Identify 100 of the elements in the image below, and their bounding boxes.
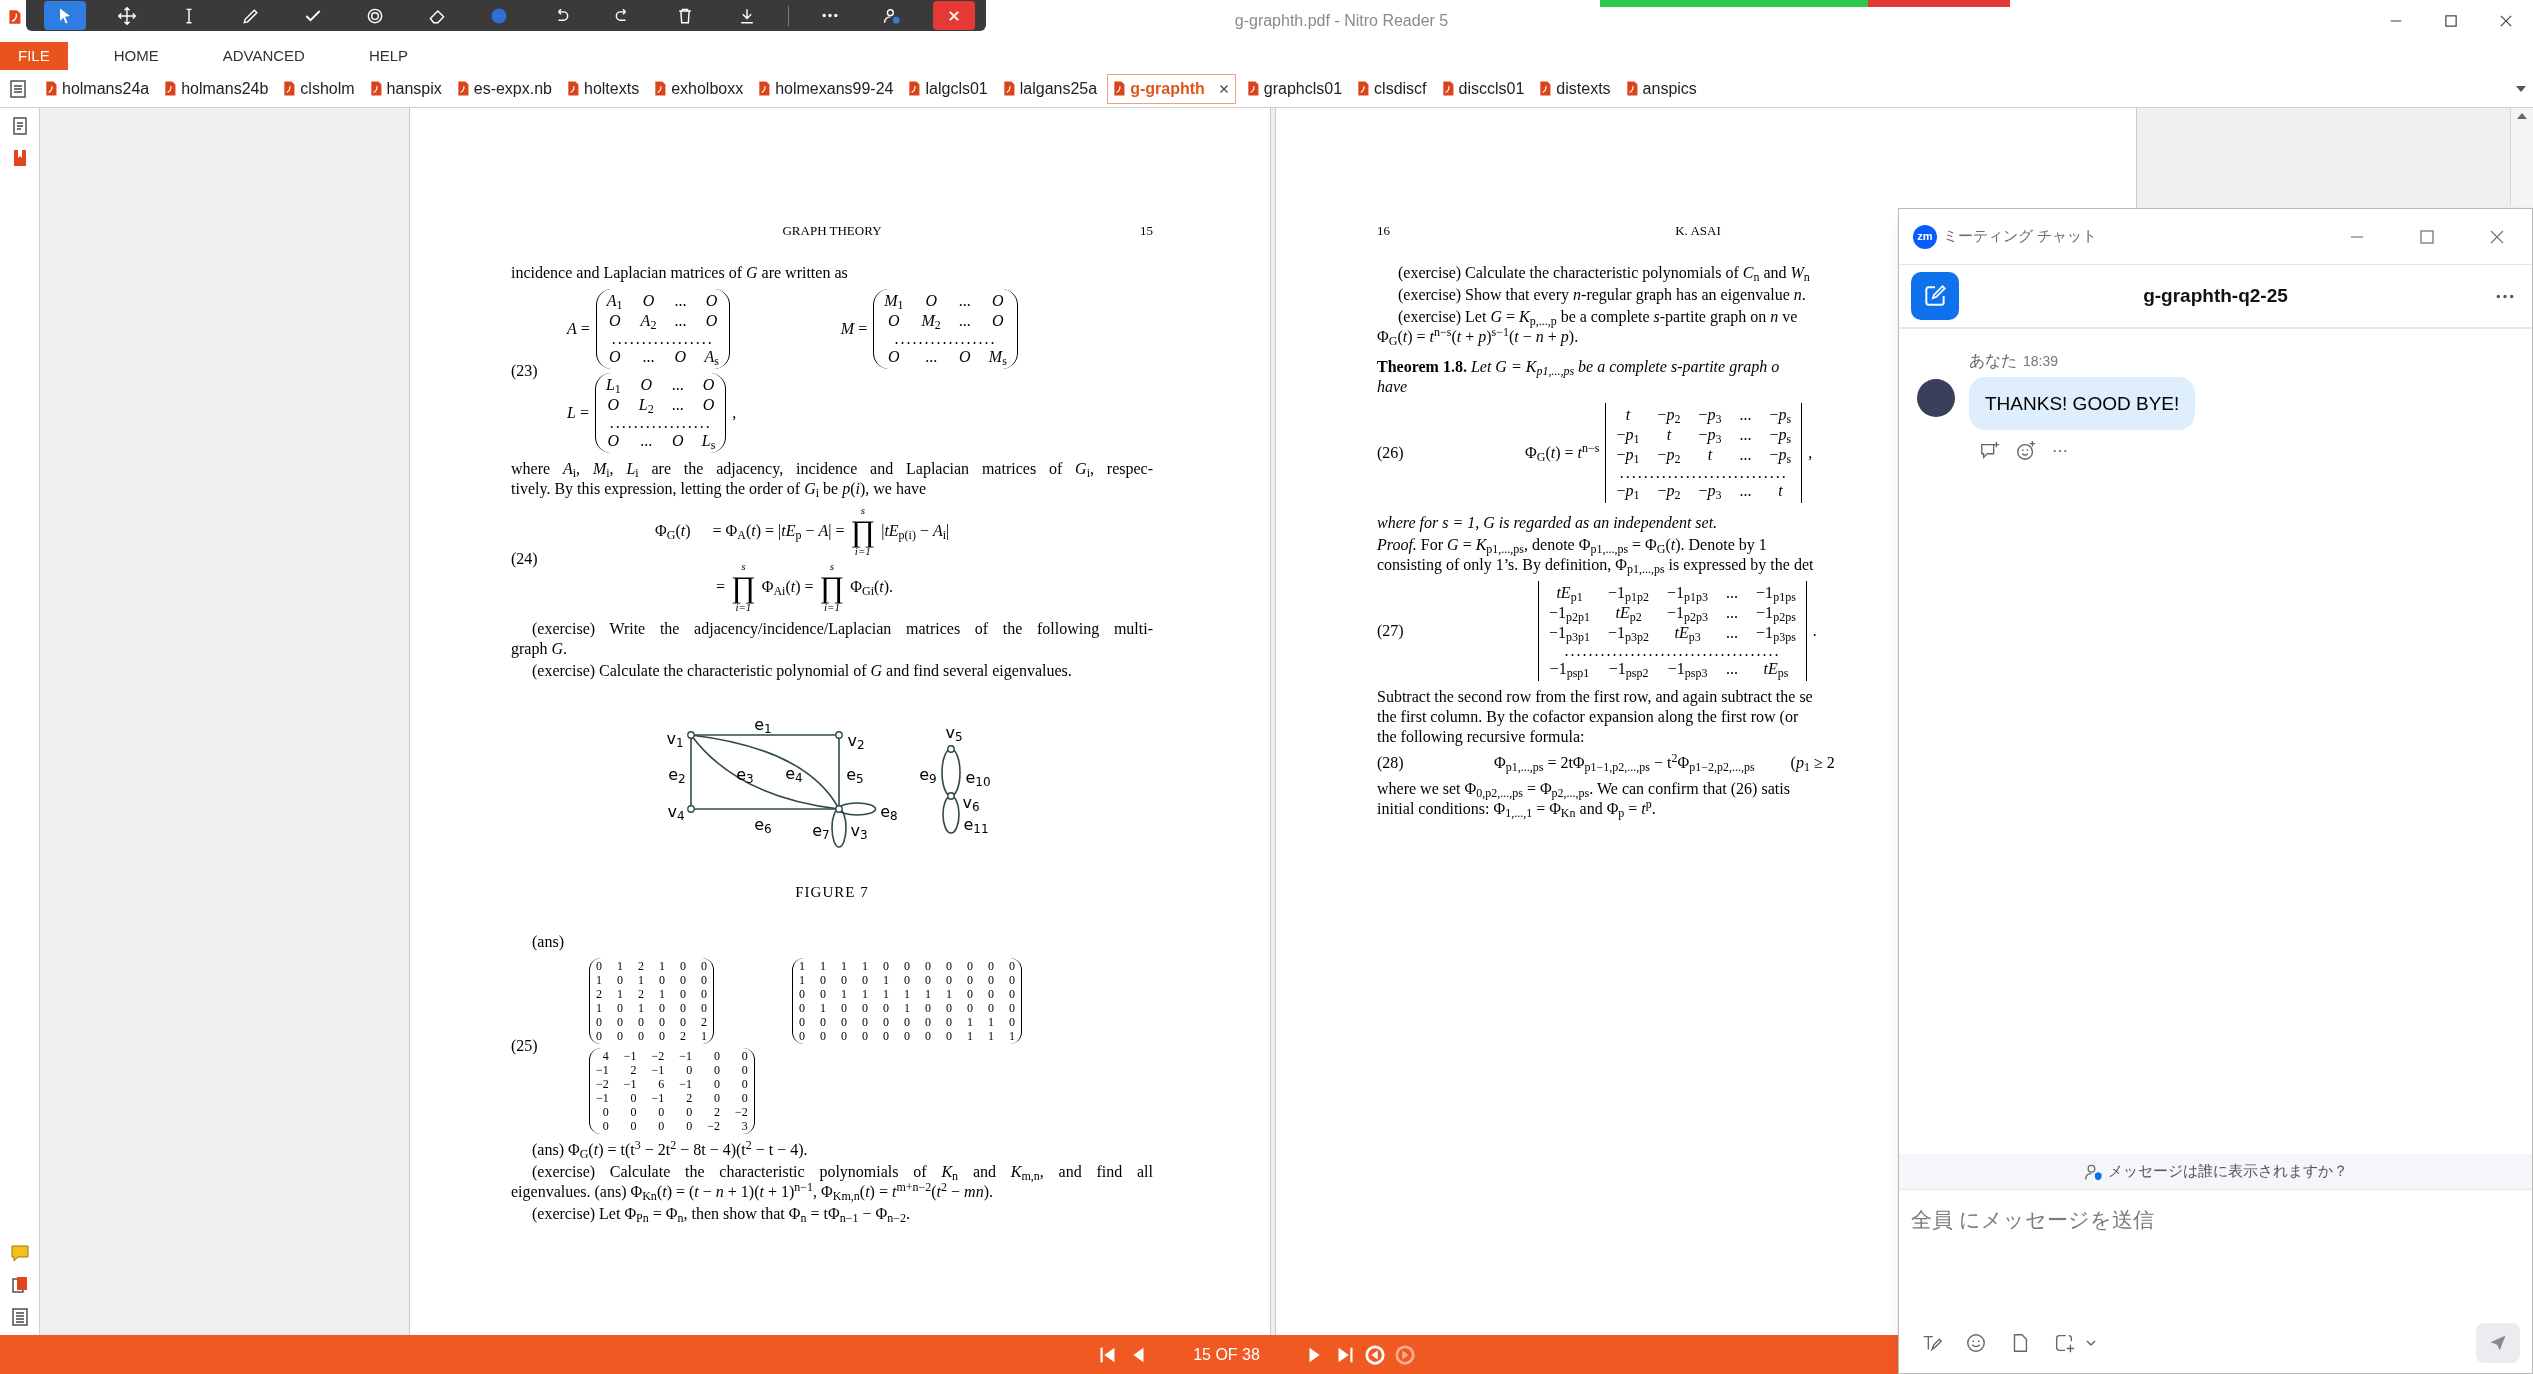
- document-tab[interactable]: holmans24b: [159, 73, 273, 104]
- matrix-entry: 1: [862, 959, 868, 973]
- list-icon[interactable]: [9, 1307, 30, 1327]
- paragraph: (exercise) Calculate the characteristic polynomials of K$_{n}$ and K$_{m,n}$, and find all eigenvalues. (ans) Φ$_{Kn}$(t) = (t − n + 1)(t + 1)$^{n−1}$, Φ$_{Km,n}$(t) = t$^{m+n−2}$(t$^{2}$ − mn).: [511, 1162, 1153, 1202]
- attachment-icon[interactable]: [9, 1275, 30, 1295]
- matrix-entry: ...: [671, 375, 684, 395]
- emoji-add-icon[interactable]: [2015, 440, 2037, 462]
- edit-icon: [1922, 283, 1948, 309]
- matrix-entry: 0: [967, 959, 973, 973]
- matrix-entry: 0: [820, 1029, 826, 1043]
- pdf-file-icon: [566, 80, 580, 97]
- pdf-file-icon: [1245, 80, 1260, 97]
- matrix-entry: 0: [925, 1001, 931, 1015]
- caret-icon[interactable]: [2085, 1339, 2097, 1347]
- matrix-entry: −1$_{p2p1}$: [1549, 604, 1591, 623]
- matrix-entry: ...: [1739, 425, 1752, 445]
- matrix-entry: ...: [1726, 603, 1739, 623]
- matrix-entry: −p$_{1}$: [1616, 445, 1640, 465]
- matrix-entry: 0: [883, 959, 889, 973]
- more-icon: [2495, 292, 2515, 300]
- document-tab[interactable]: hanspix: [364, 73, 446, 104]
- matrix-entry: tE$_{p3}$: [1673, 624, 1702, 643]
- matrix-entry: −1$_{p2p3}$: [1667, 604, 1709, 623]
- menu-item[interactable]: FILE: [0, 42, 68, 70]
- matrix-entry: t: [1665, 425, 1673, 445]
- theorem-text: Theorem 1.8. Let G = K$_{p1,...,ps}$ be a complete s-partite graph o have: [1377, 357, 1780, 397]
- document-tab[interactable]: lalgcls01: [903, 73, 992, 104]
- close-icon: [2490, 229, 2504, 244]
- math-expression: Φ$_{Ai}$(t) =: [761, 577, 814, 597]
- math-expression: Φ$_{p1,...,ps}$ = 2tΦ$_{p1−1,p2,...,ps}$ − t$^{2}$Φ$_{p1−2,p2,...,ps}$: [1494, 753, 1755, 773]
- matrix-entry: 0: [1009, 959, 1015, 973]
- matrix-entry: 0: [657, 1119, 665, 1133]
- matrix-entry: 0: [601, 1105, 609, 1119]
- move-icon: [117, 5, 137, 26]
- caret-icon[interactable]: [2515, 85, 2527, 93]
- matrix-entry: 0: [883, 1001, 889, 1015]
- document-tab[interactable]: distexts: [1534, 73, 1615, 104]
- chat-title: g-graphth-q2-25: [2143, 283, 2288, 308]
- matrix-entry: 1: [617, 959, 623, 973]
- matrix-entry: 0: [799, 1029, 805, 1043]
- matrix-entry: −1: [623, 1077, 637, 1091]
- comment-icon[interactable]: [9, 1243, 30, 1263]
- matrix-entry: O: [641, 291, 656, 311]
- product-limit: s: [829, 561, 835, 572]
- matrix-entry: 0: [617, 1029, 623, 1043]
- emoji-icon[interactable]: [1965, 1332, 1987, 1354]
- document-tab[interactable]: es-expx.nb: [451, 73, 556, 104]
- matrix-entry: ...: [639, 431, 654, 451]
- matrix-entry: 0: [701, 987, 707, 1001]
- pdf-file-icon: [907, 80, 922, 97]
- document-tab[interactable]: graphcls01: [1241, 73, 1347, 104]
- product-limit: s: [741, 561, 746, 572]
- matrix-entry: M$_{1}$: [884, 291, 904, 311]
- document-tab[interactable]: disccls01: [1436, 73, 1529, 104]
- matrix-entry: 0: [617, 1015, 623, 1029]
- document-tab[interactable]: lalgans25a: [997, 73, 1102, 104]
- matrix-entry: 0: [820, 973, 826, 987]
- pdf-file-icon: [368, 80, 383, 97]
- page-icon[interactable]: [8, 78, 28, 99]
- menu-item[interactable]: HOME: [95, 42, 177, 70]
- pdf-file-icon: [455, 80, 470, 97]
- graph-vertex: [835, 805, 843, 813]
- vertex-label: v$_{1}$: [666, 731, 684, 747]
- app-badge: zm: [1913, 224, 1937, 249]
- math-expression: ,: [1808, 443, 1813, 463]
- matrix-entry: 0: [1009, 1001, 1015, 1015]
- menu-item[interactable]: ADVANCED: [204, 42, 323, 70]
- matrix-entry: 0: [685, 1105, 693, 1119]
- document-tab[interactable]: holmexans99-24: [753, 73, 898, 104]
- send-button[interactable]: [2476, 1323, 2520, 1363]
- up-arrow-icon[interactable]: [2516, 112, 2528, 120]
- document-tab[interactable]: holtexts: [562, 73, 644, 104]
- matrix-entry: −1$_{p2ps}$: [1756, 604, 1796, 623]
- document-tab[interactable]: holmans24a: [40, 73, 154, 104]
- matrix-entry: 1: [799, 959, 805, 973]
- matrix-entry: 0: [596, 959, 602, 973]
- document-tab[interactable]: clsdiscf: [1352, 73, 1431, 104]
- document-tab[interactable]: exholboxx: [649, 73, 748, 104]
- minimize-icon: [2389, 20, 2402, 22]
- matrix-entry: ...: [1739, 405, 1752, 425]
- compose-button[interactable]: [1911, 272, 1959, 320]
- matrix-entry: 0: [680, 987, 686, 1001]
- matrix-entry: 2: [638, 959, 644, 973]
- paragraph: (ans) Φ$_{G}$(t) = t(t$^{3}$ − 2t$^{2}$ − 8t − 4)(t$^{2}$ − t − 4).: [531, 1140, 809, 1160]
- document-tab[interactable]: anspics: [1620, 73, 1701, 104]
- document-tab[interactable]: g-graphth: [1107, 73, 1236, 104]
- matrix-entry: −2: [651, 1049, 665, 1063]
- screenshot-icon[interactable]: [2053, 1332, 2075, 1354]
- menu-item[interactable]: HELP: [350, 42, 427, 70]
- message-input[interactable]: 全員 にメッセージを送信: [1911, 1200, 2520, 1240]
- matrix-entry: −p$_{2}$: [1657, 405, 1681, 425]
- matrix-entry: ...: [1726, 623, 1739, 643]
- equation-number: (25): [511, 1036, 539, 1056]
- matrix-entry: 1: [988, 1015, 994, 1029]
- document-tab[interactable]: clsholm: [278, 73, 359, 104]
- matrix-entry: 0: [883, 1015, 889, 1029]
- back-circle-icon: [1363, 1343, 1386, 1366]
- matrix-entry: 0: [659, 1029, 665, 1043]
- matrix-entry: 0: [740, 1091, 748, 1105]
- matrix-entry: 0: [596, 1029, 602, 1043]
